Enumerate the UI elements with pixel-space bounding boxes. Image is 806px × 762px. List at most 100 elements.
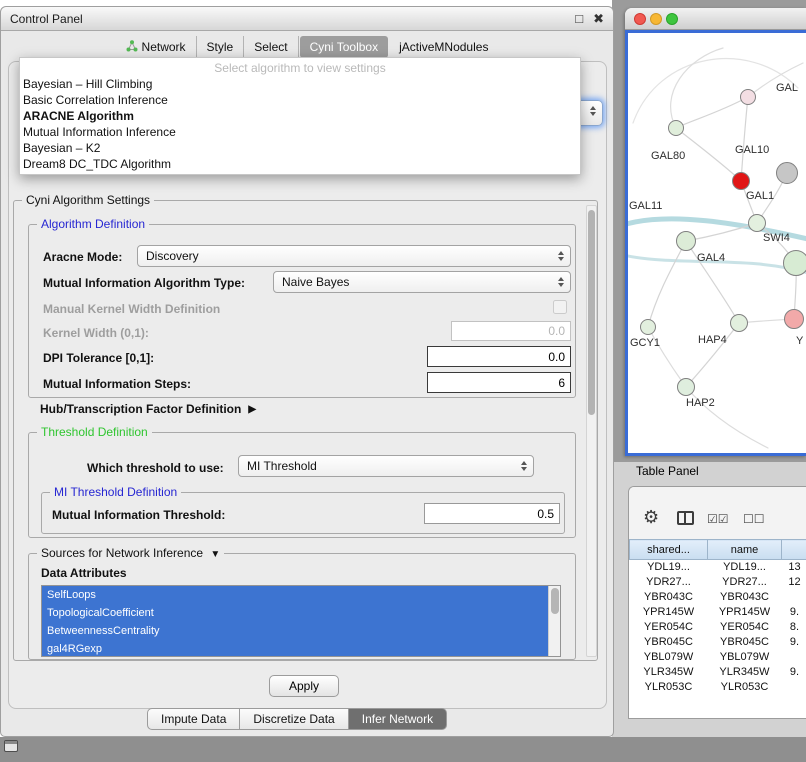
table-cell[interactable]: YPR145W <box>708 605 782 620</box>
which-threshold-select[interactable]: MI Threshold <box>238 455 534 477</box>
table-cell[interactable]: YBL079W <box>630 650 708 665</box>
panel-dock-icon[interactable] <box>4 740 18 752</box>
table-cell[interactable]: YPR145W <box>630 605 708 620</box>
network-node[interactable] <box>732 172 750 190</box>
deselect-columns-icon[interactable]: ☐☐ <box>743 512 765 526</box>
table-row[interactable]: YDL19...YDL19...13 <box>630 560 806 575</box>
table-cell[interactable]: YLR345W <box>708 665 782 680</box>
tab-label: Style <box>207 40 234 54</box>
table-cell[interactable]: YLR053C <box>708 680 782 695</box>
table-row[interactable]: YER054CYER054C8. <box>630 620 806 635</box>
table-row[interactable]: YBR043CYBR043C <box>630 590 806 605</box>
table-cell[interactable]: 12 <box>782 575 806 590</box>
table-cell[interactable]: YDR27... <box>708 575 782 590</box>
table-cell[interactable]: YLR053C <box>630 680 708 695</box>
network-node[interactable] <box>668 120 684 136</box>
tab-style[interactable]: Style <box>197 36 245 58</box>
network-node-label: HAP2 <box>686 397 715 409</box>
data-attributes-list[interactable]: SelfLoops TopologicalCoefficient Between… <box>41 585 561 657</box>
mi-steps-label: Mutual Information Steps: <box>43 377 191 391</box>
close-window-button[interactable]: ✖ <box>593 12 604 25</box>
algorithm-option[interactable]: Bayesian – K2 <box>20 140 580 156</box>
network-node[interactable] <box>730 314 748 332</box>
network-node[interactable] <box>748 214 766 232</box>
column-header[interactable] <box>782 540 806 560</box>
network-node[interactable] <box>676 231 696 251</box>
table-row[interactable]: YBR045CYBR045C9. <box>630 635 806 650</box>
mi-type-select[interactable]: Naive Bayes <box>273 271 571 293</box>
table-row[interactable]: YPR145WYPR145W9. <box>630 605 806 620</box>
table-row[interactable]: YLR053CYLR053C <box>630 680 806 695</box>
sources-expander[interactable]: Sources for Network Inference ▼ <box>37 546 224 560</box>
table-cell[interactable]: YBL079W <box>708 650 782 665</box>
list-item[interactable]: TopologicalCoefficient <box>42 604 560 622</box>
list-scrollbar[interactable] <box>548 586 560 656</box>
algorithm-option[interactable]: Dream8 DC_TDC Algorithm <box>20 156 580 172</box>
table-cell[interactable]: 13 <box>782 560 806 575</box>
dpi-tolerance-label: DPI Tolerance [0,1]: <box>43 351 154 365</box>
table-cell[interactable]: 8. <box>782 620 806 635</box>
tab-impute-data[interactable]: Impute Data <box>147 708 240 730</box>
select-columns-icon[interactable]: ☑☑ <box>707 512 729 526</box>
aracne-mode-select[interactable]: Discovery <box>137 245 571 267</box>
table-row[interactable]: YLR345WYLR345W9. <box>630 665 806 680</box>
split-view-icon[interactable] <box>677 511 694 525</box>
table-cell[interactable]: YDL19... <box>630 560 708 575</box>
table-cell[interactable]: YBR045C <box>630 635 708 650</box>
table-cell[interactable] <box>782 590 806 605</box>
tab-network[interactable]: Network <box>116 36 197 59</box>
network-node[interactable] <box>776 162 798 184</box>
tab-cyni-toolbox[interactable]: Cyni Toolbox <box>300 36 388 58</box>
column-header[interactable]: shared... <box>630 540 708 560</box>
table-cell[interactable]: YBR043C <box>630 590 708 605</box>
float-window-button[interactable]: □ <box>575 12 583 25</box>
table-cell[interactable] <box>782 680 806 695</box>
network-node[interactable] <box>740 89 756 105</box>
list-item[interactable]: BetweennessCentrality <box>42 622 560 640</box>
table-cell[interactable]: YLR345W <box>630 665 708 680</box>
table-cell[interactable]: YDR27... <box>630 575 708 590</box>
mi-threshold-input[interactable] <box>424 503 560 524</box>
table-cell[interactable]: YBR043C <box>708 590 782 605</box>
list-item[interactable]: SelfLoops <box>42 586 560 604</box>
table-cell[interactable]: 9. <box>782 665 806 680</box>
algorithm-option[interactable]: Basic Correlation Inference <box>20 92 580 108</box>
network-node[interactable] <box>783 250 806 276</box>
table-row[interactable]: YDR27...YDR27...12 <box>630 575 806 590</box>
gear-icon[interactable]: ⚙ <box>643 508 659 526</box>
hub-definition-expander[interactable]: Hub/Transcription Factor Definition ▶ <box>40 402 256 416</box>
algorithm-option[interactable]: Mutual Information Inference <box>20 124 580 140</box>
table-cell[interactable] <box>782 650 806 665</box>
tab-select[interactable]: Select <box>244 36 298 58</box>
algorithm-option-selected[interactable]: ARACNE Algorithm <box>20 108 580 124</box>
network-node-label: GAL <box>776 82 798 94</box>
dpi-tolerance-input[interactable] <box>427 346 571 367</box>
zoom-window-icon[interactable] <box>666 13 678 25</box>
algorithm-option[interactable]: Bayesian – Hill Climbing <box>20 76 580 92</box>
table-cell[interactable]: YDL19... <box>708 560 782 575</box>
network-node[interactable] <box>784 309 804 329</box>
tab-infer-network[interactable]: Infer Network <box>348 708 447 730</box>
settings-scrollbar[interactable] <box>586 205 597 657</box>
table-cell[interactable]: YER054C <box>630 620 708 635</box>
table-cell[interactable]: YBR045C <box>708 635 782 650</box>
list-item[interactable]: gal4RGexp <box>42 640 560 657</box>
tab-jactivemnodules[interactable]: jActiveMNodules <box>389 36 498 58</box>
network-canvas[interactable]: GALGAL80GAL10GAL11GAL1SWI4GAL4GCY1HAP4HA… <box>625 30 806 456</box>
table-cell[interactable]: YER054C <box>708 620 782 635</box>
algorithm-dropdown-placeholder: Select algorithm to view settings <box>20 58 580 76</box>
scrollbar-thumb[interactable] <box>588 210 595 415</box>
network-node[interactable] <box>677 378 695 396</box>
mi-type-value: Naive Bayes <box>274 275 554 289</box>
minimize-window-icon[interactable] <box>650 13 662 25</box>
tab-discretize-data[interactable]: Discretize Data <box>239 708 348 730</box>
network-node[interactable] <box>640 319 656 335</box>
scrollbar-thumb[interactable] <box>551 588 559 614</box>
mi-steps-input[interactable] <box>427 372 571 393</box>
apply-button[interactable]: Apply <box>269 675 339 697</box>
close-window-icon[interactable] <box>634 13 646 25</box>
table-cell[interactable]: 9. <box>782 635 806 650</box>
column-header[interactable]: name <box>708 540 782 560</box>
table-cell[interactable]: 9. <box>782 605 806 620</box>
table-row[interactable]: YBL079WYBL079W <box>630 650 806 665</box>
